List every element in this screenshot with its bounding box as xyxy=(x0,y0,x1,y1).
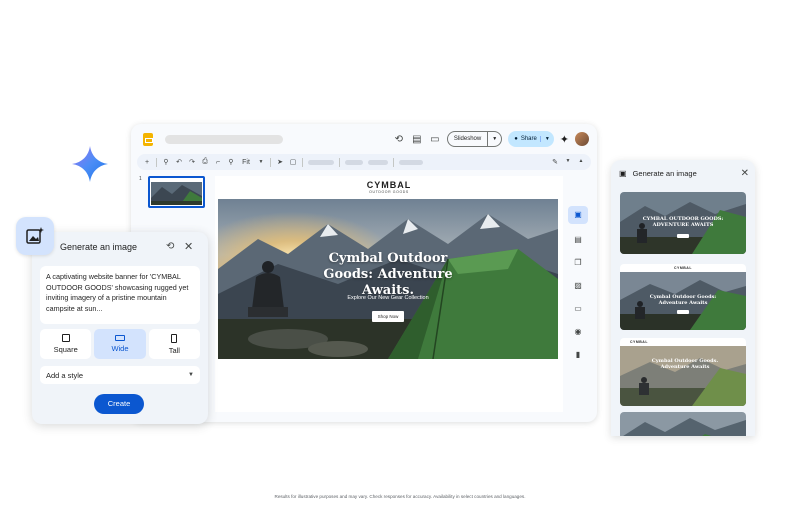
wide-icon xyxy=(114,335,125,341)
result-image xyxy=(620,346,746,406)
image-generate-icon xyxy=(26,227,44,244)
chevron-up-icon[interactable]: ▲ xyxy=(577,158,585,166)
result-title: CYMBAL OUTDOOR GOODS: ADVENTURE AWAITS xyxy=(642,216,724,228)
slide-thumbnail[interactable] xyxy=(148,176,205,208)
result-brand: CYMBAL xyxy=(630,340,648,344)
folder-icon[interactable]: ▭ xyxy=(569,302,587,316)
copy-icon[interactable]: ❐ xyxy=(569,256,587,270)
ratio-label: Square xyxy=(53,345,78,354)
result-image xyxy=(620,412,746,436)
banner-subtitle: Explore Our New Gear Collection xyxy=(347,295,429,301)
result-cta xyxy=(677,234,689,238)
banner-image[interactable]: Cymbal Outdoor Goods: Adventure Awaits. … xyxy=(218,199,558,359)
result-brand: CYMBAL xyxy=(674,266,692,270)
search-icon[interactable]: ⚲ xyxy=(162,158,170,166)
ratio-square-button[interactable]: Square xyxy=(40,329,92,359)
shop-now-button[interactable]: Shop Now xyxy=(372,311,404,322)
ratio-label: Wide xyxy=(111,344,129,353)
stage: ⟲ ▤ ▭ Slideshow ▼ ● Share ▼ ✦ + ⚲ ↶ ↷ ⎙ … xyxy=(0,0,800,514)
record-icon[interactable]: ◉ xyxy=(569,325,587,339)
paint-format-icon[interactable]: ⌐ xyxy=(214,159,222,166)
brand-tagline: OUTDOOR GOODS xyxy=(369,190,409,194)
close-icon[interactable]: ✕ xyxy=(741,168,749,179)
chevron-down-icon[interactable]: ▼ xyxy=(488,136,501,142)
meet-icon[interactable]: ▭ xyxy=(429,134,441,145)
result-card[interactable] xyxy=(620,412,746,436)
toolbar-item[interactable] xyxy=(399,159,423,165)
result-title: Cymbal Outdoor Goods: Adventure Awaits xyxy=(649,294,717,306)
dropdown-caret-icon: ▼ xyxy=(188,372,194,378)
style-dropdown[interactable]: Add a style ▼ xyxy=(40,366,200,384)
result-title: Cymbal Outdoor Goods. Adventure Awaits xyxy=(651,358,719,370)
image-icon[interactable]: ▨ xyxy=(569,279,587,293)
create-button[interactable]: Create xyxy=(94,394,144,414)
image-generate-icon: ▣ xyxy=(619,168,627,178)
comment-icon[interactable]: ▤ xyxy=(411,134,423,145)
editing-toolbar: + ⚲ ↶ ↷ ⎙ ⌐ ⚲ Fit ▼ ➤ ▢ ✎ ▼ ▲ xyxy=(137,154,591,170)
gemini-sparkle-icon xyxy=(72,146,108,182)
banner-title: Cymbal Outdoor Goods: Adventure Awaits. xyxy=(323,251,453,298)
zoom-icon[interactable]: ⚲ xyxy=(227,158,235,166)
zoom-level[interactable]: Fit xyxy=(240,159,252,166)
slideshow-button[interactable]: Slideshow ▼ xyxy=(446,131,503,147)
results-title: Generate an image xyxy=(632,168,697,178)
ratio-tall-button[interactable]: Tall xyxy=(148,329,200,359)
toolbar-item[interactable] xyxy=(368,159,388,165)
ratio-label: Tall xyxy=(168,345,180,355)
chevron-down-icon[interactable]: ▼ xyxy=(539,136,550,142)
ratio-wide-button[interactable]: Wide xyxy=(94,329,146,359)
toolbar-item[interactable] xyxy=(308,159,334,165)
image-generate-icon[interactable]: ▣ xyxy=(568,206,588,224)
square-icon xyxy=(61,334,70,342)
video-icon[interactable]: ▮ xyxy=(569,348,587,362)
slideshow-label: Slideshow xyxy=(448,132,489,146)
panel-title: Generate an image xyxy=(60,242,138,252)
select-cursor-icon[interactable]: ➤ xyxy=(276,158,284,166)
style-placeholder: Add a style xyxy=(46,370,84,380)
slides-logo-icon[interactable] xyxy=(143,132,153,146)
app-header: ⟲ ▤ ▭ Slideshow ▼ ● Share ▼ ✦ xyxy=(131,124,597,154)
generate-image-panel: Generate an image ⟲ ✕ A captivating webs… xyxy=(32,232,208,424)
slide-canvas[interactable]: CYMBAL OUTDOOR GOODS Cymbal Outdoor Good… xyxy=(215,176,563,412)
thumbnail-image xyxy=(150,178,203,206)
disclaimer: Results for illustrative purposes and ma… xyxy=(274,494,526,499)
chevron-down-icon[interactable]: ▼ xyxy=(564,158,572,166)
result-card[interactable]: CYMBAL Cymbal Outdoor Goods: Adventure A… xyxy=(620,264,746,330)
toolbar-item[interactable] xyxy=(345,159,363,165)
slide-number: 1 xyxy=(139,176,142,182)
share-label: Share xyxy=(520,136,537,142)
results-header: ▣ Generate an image ✕ xyxy=(619,166,749,180)
comment-add-icon[interactable]: ▢ xyxy=(289,158,297,166)
undo-icon[interactable]: ↶ xyxy=(175,158,183,166)
people-icon: ● xyxy=(514,136,518,142)
result-cta xyxy=(677,310,689,314)
share-button[interactable]: ● Share ▼ xyxy=(508,131,554,147)
pen-icon[interactable]: ✎ xyxy=(551,158,559,166)
print-icon[interactable]: ⎙ xyxy=(201,158,209,166)
history-icon[interactable]: ⟲ xyxy=(166,241,174,252)
results-panel: ▣ Generate an image ✕ CYMBAL OUTDOOR GOO… xyxy=(611,160,755,436)
tall-icon xyxy=(171,333,178,343)
layout-icon[interactable]: ▤ xyxy=(569,233,587,247)
side-panel-rail: ▣ ▤ ❐ ▨ ▭ ◉ ▮ xyxy=(567,206,589,362)
close-icon[interactable]: ✕ xyxy=(184,240,193,253)
chevron-down-icon[interactable]: ▼ xyxy=(257,159,265,165)
result-card[interactable]: CYMBAL OUTDOOR GOODS: ADVENTURE AWAITS xyxy=(620,192,746,254)
prompt-input[interactable]: A captivating website banner for 'CYMBAL… xyxy=(40,266,200,324)
image-generate-badge xyxy=(16,217,54,255)
result-card[interactable]: CYMBAL Cymbal Outdoor Goods. Adventure A… xyxy=(620,338,746,406)
doc-title-placeholder[interactable] xyxy=(165,134,283,144)
avatar[interactable] xyxy=(575,132,589,146)
brand-name: CYMBAL xyxy=(366,180,412,190)
add-icon[interactable]: + xyxy=(143,159,151,166)
redo-icon[interactable]: ↷ xyxy=(188,158,196,166)
history-icon[interactable]: ⟲ xyxy=(393,134,405,145)
aspect-ratio-selector: Square Wide Tall xyxy=(40,329,200,359)
gemini-icon[interactable]: ✦ xyxy=(560,133,569,146)
